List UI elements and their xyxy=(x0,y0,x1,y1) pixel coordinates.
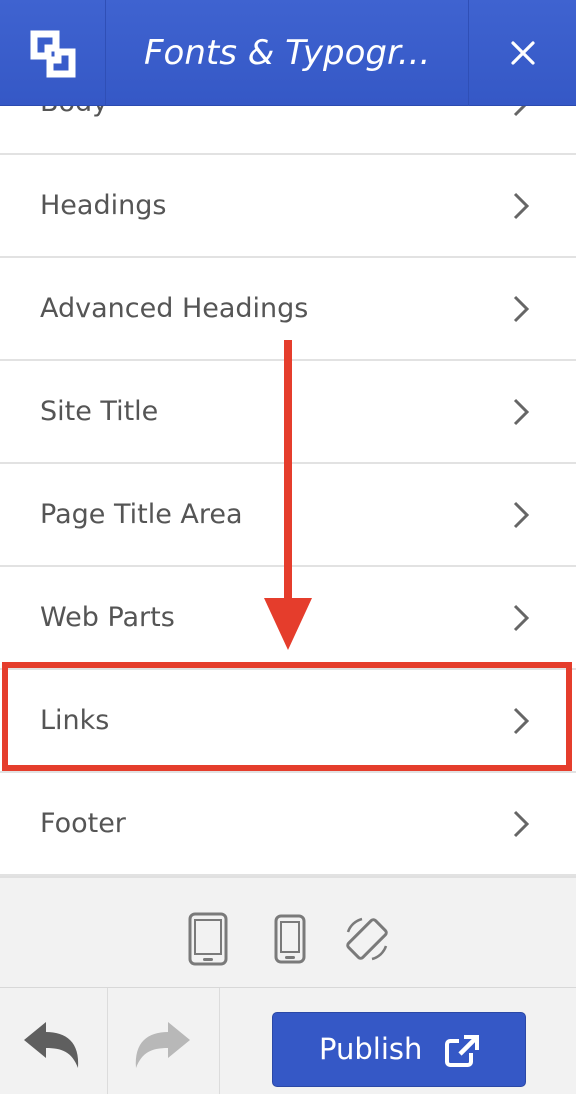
chevron-right-icon xyxy=(513,106,527,117)
menu-item-label: Footer xyxy=(40,808,126,839)
panel-title: Fonts & Typogr... xyxy=(144,33,431,73)
chevron-right-icon xyxy=(513,810,530,838)
chevron-right-icon xyxy=(513,707,530,735)
menu-item-label: Page Title Area xyxy=(40,499,243,530)
phone-icon[interactable] xyxy=(274,914,306,964)
panel-header: Fonts & Typogr... xyxy=(0,0,576,106)
publish-button[interactable]: Publish xyxy=(272,1012,526,1087)
redo-icon xyxy=(135,1022,190,1068)
menu-item-body[interactable]: Body xyxy=(0,106,576,155)
undo-button[interactable] xyxy=(0,988,108,1094)
external-link-icon xyxy=(445,1035,479,1067)
menu-item-label: Web Parts xyxy=(40,602,175,633)
menu-item-footer[interactable]: Footer xyxy=(0,773,576,876)
menu-item-label: Links xyxy=(40,705,110,736)
publish-label: Publish xyxy=(319,1032,423,1066)
undo-icon xyxy=(24,1022,79,1068)
menu-item-label: Headings xyxy=(40,190,167,221)
chevron-right-icon xyxy=(513,192,530,220)
menu-item-headings[interactable]: Headings xyxy=(0,155,576,258)
chevron-right-icon xyxy=(513,398,530,426)
chevron-right-icon xyxy=(513,604,530,632)
close-button[interactable] xyxy=(468,0,576,106)
close-icon xyxy=(511,41,535,65)
menu-item-label: Body xyxy=(40,106,108,153)
chevron-right-icon xyxy=(513,295,530,323)
tablet-icon[interactable] xyxy=(188,912,228,966)
redo-button[interactable] xyxy=(108,988,220,1094)
device-preview-bar xyxy=(0,876,576,988)
footer-toolbar: Publish xyxy=(0,988,576,1094)
chevron-right-icon xyxy=(513,501,530,529)
annotation-arrow xyxy=(264,340,312,650)
logo-button[interactable] xyxy=(0,0,106,106)
menu-item-links[interactable]: Links xyxy=(0,670,576,773)
rotate-icon[interactable] xyxy=(340,912,394,966)
layout-logo-icon xyxy=(30,30,76,78)
menu-item-label: Site Title xyxy=(40,396,159,427)
